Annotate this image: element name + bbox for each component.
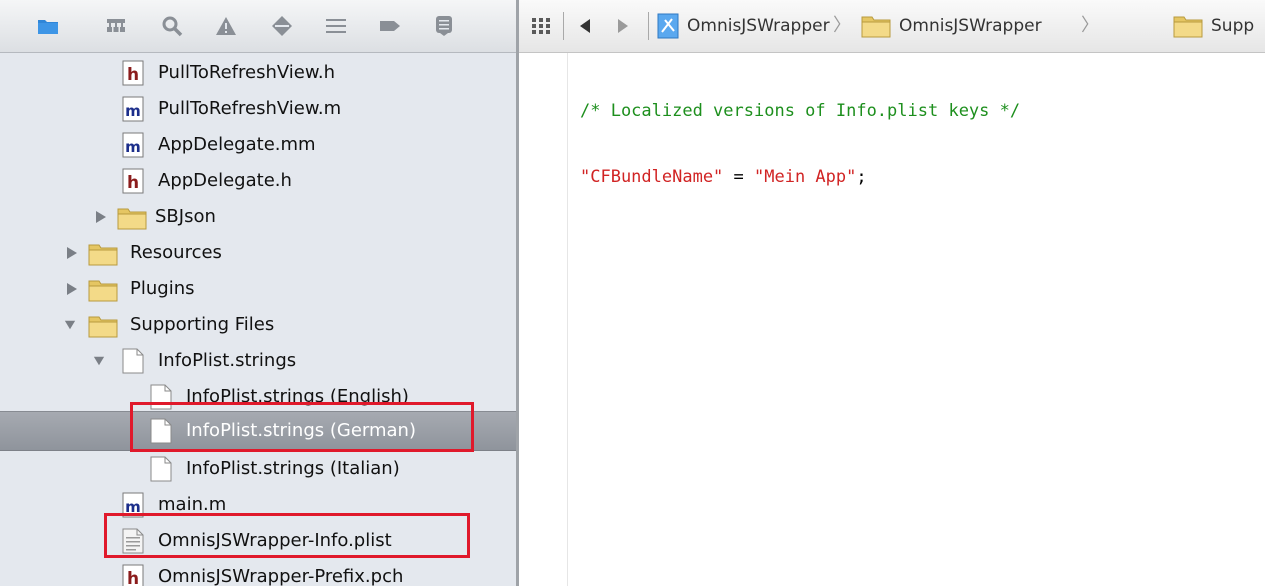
tree-label: PullToRefreshView.m [158, 98, 342, 119]
list-icon[interactable] [324, 14, 348, 38]
tree-label: PullToRefreshView.h [158, 62, 336, 83]
breakpoint-icon[interactable] [270, 14, 294, 38]
strings-file-icon [150, 456, 172, 482]
header-file-icon: h [122, 168, 144, 194]
code-comment: /* Localized versions of Info.plist keys… [580, 101, 1021, 121]
tree-label: InfoPlist.strings [158, 350, 297, 371]
forward-arrow-icon[interactable] [611, 14, 635, 38]
tree-row-main-m[interactable]: m main.m [0, 487, 516, 523]
svg-text:m: m [125, 102, 141, 120]
svg-text:m: m [125, 498, 141, 516]
code-line: /* Localized versions of Info.plist keys… [580, 100, 1020, 122]
breadcrumb-label: Supp [1211, 16, 1255, 36]
tree-label: AppDelegate.h [158, 170, 292, 191]
tree-label: InfoPlist.strings (Italian) [186, 458, 400, 479]
tree-row-sbjson[interactable]: SBJson [0, 199, 516, 235]
breadcrumb-label: OmnisJSWrapper [687, 16, 830, 36]
folder-icon [1173, 16, 1203, 38]
xcode-window: h PullToRefreshView.h m PullToRefreshVie… [0, 0, 1265, 586]
navigator-toolbar [0, 0, 516, 53]
related-items-icon[interactable] [529, 14, 553, 38]
code-string-key: "CFBundleName" [580, 167, 724, 187]
breadcrumb-group[interactable]: OmnisJSWrapper 〉 [861, 0, 1119, 52]
tree-label: Resources [130, 242, 222, 263]
tree-label: OmnisJSWrapper-Prefix.pch [158, 566, 404, 586]
header-file-icon: h [122, 60, 144, 86]
folder-icon[interactable] [36, 14, 60, 38]
breadcrumb-label: OmnisJSWrapper [899, 16, 1042, 36]
header-file-icon: h [122, 564, 144, 586]
tree-row-pulltorefreshview-m[interactable]: m PullToRefreshView.m [0, 91, 516, 127]
tree-row-infoplist-italian[interactable]: InfoPlist.strings (Italian) [0, 451, 516, 487]
hierarchy-icon[interactable] [104, 14, 128, 38]
tree-label: AppDelegate.mm [158, 134, 316, 155]
tree-label: SBJson [155, 206, 216, 227]
breadcrumb-supporting-files[interactable]: Supp [1173, 0, 1265, 52]
jump-bar-divider [563, 12, 564, 40]
tree-label: Supporting Files [130, 314, 275, 335]
disclosure-expanded-icon[interactable] [64, 318, 76, 332]
disclosure-expanded-icon[interactable] [93, 354, 105, 368]
svg-text:h: h [127, 569, 139, 586]
svg-text:h: h [127, 65, 139, 85]
warning-icon[interactable] [214, 14, 238, 38]
folder-icon [88, 244, 118, 266]
folder-icon [88, 316, 118, 338]
project-navigator: h PullToRefreshView.h m PullToRefreshVie… [0, 0, 516, 586]
tree-row-pulltorefreshview-h[interactable]: h PullToRefreshView.h [0, 55, 516, 91]
disclosure-collapsed-icon[interactable] [66, 246, 78, 260]
tree-row-appdelegate-h[interactable]: h AppDelegate.h [0, 163, 516, 199]
svg-text:m: m [125, 138, 141, 156]
tag-icon[interactable] [378, 14, 402, 38]
back-arrow-icon[interactable] [573, 14, 597, 38]
tree-row-supporting-files[interactable]: Supporting Files [0, 307, 516, 343]
search-icon[interactable] [160, 14, 184, 38]
source-editor: OmnisJSWrapper 〉 OmnisJSWrapper 〉 Supp /… [519, 0, 1265, 586]
plist-file-icon [122, 528, 144, 554]
disclosure-collapsed-icon[interactable] [66, 282, 78, 296]
tree-label: main.m [158, 494, 227, 515]
code-line: "CFBundleName" = "Mein App"; [580, 166, 1020, 188]
jump-bar-divider [648, 12, 649, 40]
code-text[interactable]: /* Localized versions of Info.plist keys… [580, 56, 1020, 232]
xcode-project-icon [657, 13, 679, 39]
strings-file-icon [122, 348, 144, 374]
file-tree: h PullToRefreshView.h m PullToRefreshVie… [0, 53, 516, 586]
code-string-value: "Mein App" [754, 167, 857, 187]
code-semicolon: ; [856, 167, 867, 187]
breadcrumb-separator-icon: 〉 [833, 15, 851, 36]
tree-label: InfoPlist.strings (German) [186, 420, 416, 441]
tree-row-infoplist-strings[interactable]: InfoPlist.strings [0, 343, 516, 379]
jump-bar: OmnisJSWrapper 〉 OmnisJSWrapper 〉 Supp [519, 0, 1265, 53]
tree-label: OmnisJSWrapper-Info.plist [158, 530, 392, 551]
tree-row-infoplist-german[interactable]: InfoPlist.strings (German) [0, 411, 516, 451]
tree-row-prefix-pch[interactable]: h OmnisJSWrapper-Prefix.pch [0, 559, 516, 586]
folder-icon [117, 208, 147, 230]
breadcrumb-separator-icon: 〉 [1081, 15, 1099, 36]
line-gutter [519, 53, 568, 586]
log-icon[interactable] [432, 14, 456, 38]
strings-file-icon [150, 418, 172, 444]
tree-row-infoplist-english[interactable]: InfoPlist.strings (English) [0, 379, 516, 415]
implementation-file-icon: m [122, 96, 144, 122]
strings-file-icon [150, 384, 172, 410]
tree-label: Plugins [130, 278, 195, 299]
folder-icon [88, 280, 118, 302]
disclosure-collapsed-icon[interactable] [95, 210, 107, 224]
tree-row-plugins[interactable]: Plugins [0, 271, 516, 307]
tree-row-info-plist[interactable]: OmnisJSWrapper-Info.plist [0, 523, 516, 559]
folder-icon [861, 16, 891, 38]
svg-text:h: h [127, 173, 139, 193]
tree-label: InfoPlist.strings (English) [186, 386, 409, 407]
tree-row-appdelegate-mm[interactable]: m AppDelegate.mm [0, 127, 516, 163]
implementation-file-icon: m [122, 132, 144, 158]
implementation-file-icon: m [122, 492, 144, 518]
code-operator: = [723, 167, 755, 187]
tree-row-resources[interactable]: Resources [0, 235, 516, 271]
breadcrumb-project[interactable]: OmnisJSWrapper 〉 [657, 0, 851, 52]
